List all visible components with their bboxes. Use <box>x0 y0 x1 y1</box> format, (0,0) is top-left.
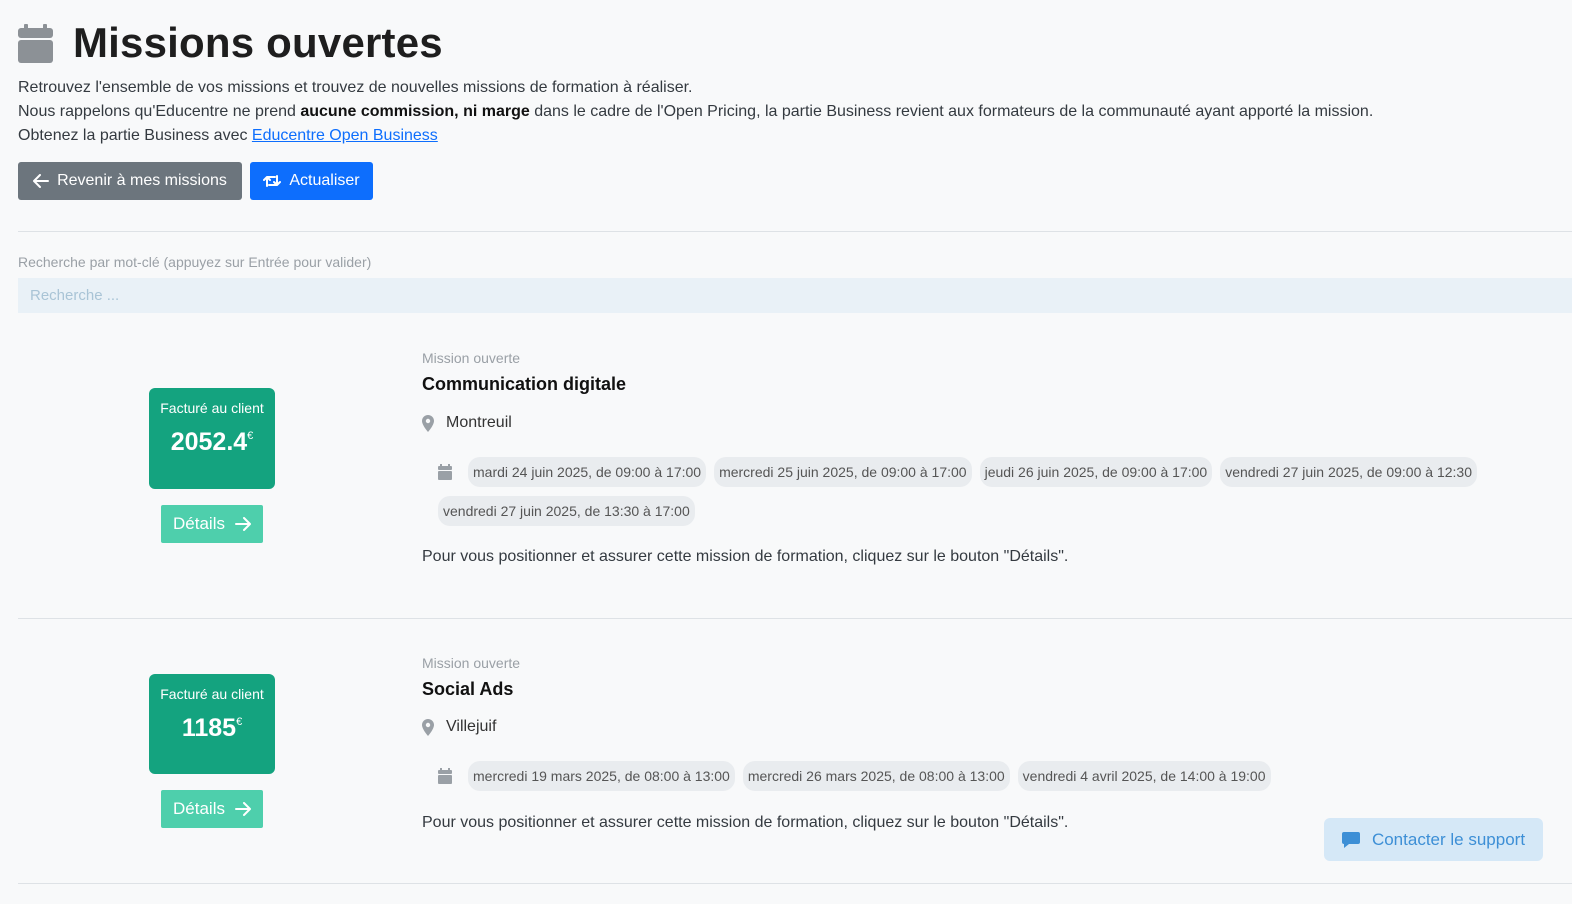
intro-line-3: Obtenez la partie Business avec Educentr… <box>18 124 1518 148</box>
calendar-icon <box>18 24 53 63</box>
location-label: Montreuil <box>446 414 512 431</box>
details-button-label: Détails <box>173 514 225 533</box>
search-input[interactable] <box>18 278 1572 313</box>
intro-line-2: Nous rappelons qu'Educentre ne prend auc… <box>18 100 1518 124</box>
page-header: Missions ouvertes <box>18 19 443 66</box>
intro-line-1: Retrouvez l'ensemble de vos missions et … <box>18 79 693 96</box>
intro-text: Retrouvez l'ensemble de vos missions et … <box>18 76 1518 148</box>
arrow-left-icon <box>33 174 50 188</box>
retweet-icon <box>263 175 282 187</box>
mission-status: Mission ouverte <box>422 350 521 366</box>
details-button[interactable]: Détails <box>161 790 263 828</box>
divider <box>18 883 1572 884</box>
arrow-right-icon <box>234 802 251 816</box>
mission-description: Pour vous positionner et assurer cette m… <box>422 814 1069 831</box>
date-pill: vendredi 4 avril 2025, de 14:00 à 19:00 <box>1017 761 1271 791</box>
price-card: Facturé au client 2052.4€ <box>149 388 275 489</box>
open-business-link[interactable]: Educentre Open Business <box>252 127 438 144</box>
comment-icon <box>1341 831 1360 848</box>
arrow-right-icon <box>234 517 251 531</box>
mission-location: Montreuil <box>422 414 512 432</box>
price-amount: 2052.4 <box>170 428 248 456</box>
price-value: 1185€ <box>149 714 275 743</box>
price-label: Facturé au client <box>160 400 264 416</box>
date-pill: mercredi 19 mars 2025, de 08:00 à 13:00 <box>468 761 735 791</box>
price-amount: 1185 <box>181 714 237 742</box>
details-button[interactable]: Détails <box>161 505 263 543</box>
price-value: 2052.4€ <box>149 428 275 457</box>
date-pill: vendredi 27 juin 2025, de 13:30 à 17:00 <box>438 496 695 526</box>
details-button-label: Détails <box>173 799 225 818</box>
page-title: Missions ouvertes <box>73 19 443 66</box>
mission-location: Villejuif <box>422 718 496 736</box>
contact-support-button[interactable]: Contacter le support <box>1324 818 1543 861</box>
location-label: Villejuif <box>446 718 497 735</box>
map-marker-icon <box>422 414 434 432</box>
mission-dates: mercredi 19 mars 2025, de 08:00 à 13:00 … <box>438 761 1518 800</box>
refresh-button-label: Actualiser <box>289 172 360 189</box>
intro-line-2-end: dans le cadre de l'Open Pricing, la part… <box>529 103 1374 120</box>
date-pill: mercredi 26 mars 2025, de 08:00 à 13:00 <box>742 761 1010 791</box>
price-card: Facturé au client 1185€ <box>149 674 275 774</box>
calendar-icon <box>438 767 452 784</box>
price-currency: € <box>236 716 243 728</box>
mission-title: Social Ads <box>422 679 514 699</box>
search-label: Recherche par mot-clé (appuyez sur Entré… <box>18 254 372 270</box>
divider <box>18 231 1572 232</box>
calendar-icon <box>438 463 452 480</box>
mission-status: Mission ouverte <box>422 655 521 671</box>
mission-description: Pour vous positionner et assurer cette m… <box>422 548 1069 565</box>
date-pill: mercredi 25 juin 2025, de 09:00 à 17:00 <box>714 457 972 487</box>
price-currency: € <box>247 430 254 442</box>
divider <box>18 618 1572 619</box>
price-label: Facturé au client <box>160 686 264 702</box>
support-label: Contacter le support <box>1371 829 1526 849</box>
mission-dates: mardi 24 juin 2025, de 09:00 à 17:00 mer… <box>438 457 1518 535</box>
date-pill: mardi 24 juin 2025, de 09:00 à 17:00 <box>468 457 707 487</box>
date-pill: jeudi 26 juin 2025, de 09:00 à 17:00 <box>979 457 1213 487</box>
intro-line-2-start: Nous rappelons qu'Educentre ne prend <box>18 103 301 120</box>
intro-line-3-start: Obtenez la partie Business avec <box>18 127 252 144</box>
date-pill: vendredi 27 juin 2025, de 09:00 à 12:30 <box>1220 457 1477 487</box>
back-button-label: Revenir à mes missions <box>57 172 227 189</box>
intro-line-2-bold: aucune commission, ni marge <box>300 103 530 120</box>
back-to-missions-button[interactable]: Revenir à mes missions <box>18 162 242 200</box>
map-marker-icon <box>422 718 434 736</box>
refresh-button[interactable]: Actualiser <box>250 162 373 200</box>
mission-title: Communication digitale <box>422 374 627 394</box>
